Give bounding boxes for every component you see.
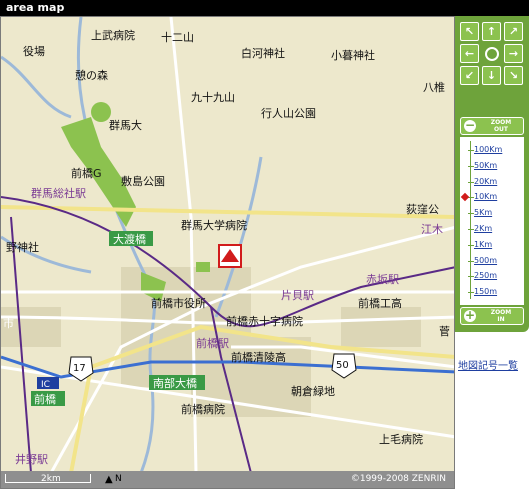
label-maebashi-g: 前橋G	[71, 166, 102, 180]
scale-option[interactable]: 250m	[474, 269, 497, 283]
pan-center-button[interactable]	[482, 44, 501, 63]
pan-right-button[interactable]: →	[504, 44, 523, 63]
map-viewport[interactable]: 役場 上武病院 十二山 白河神社 小暮神社 八椎 憩の森 九十九山 群馬大 行人…	[0, 16, 455, 489]
current-scale-marker-icon	[460, 193, 470, 202]
label-shikishima-park: 敷島公園	[121, 174, 165, 188]
label-ikoi-no-mori: 憩の森	[75, 68, 108, 82]
north-arrow-icon: ▲	[105, 474, 113, 485]
label-maebashi-seiryo-hs: 前橋清陵高	[231, 350, 286, 364]
scale-option[interactable]: 100Km	[474, 143, 502, 157]
label-asakura-ryokuchi: 朝倉緑地	[291, 384, 335, 398]
scale-option[interactable]: 2Km	[474, 222, 492, 236]
pan-up-right-button[interactable]: ↗	[504, 22, 523, 41]
app-title-bar: area map	[0, 0, 529, 16]
label-yatsui: 八椎	[423, 80, 445, 94]
label-inokuchi-station: 井野駅	[15, 452, 48, 466]
current-location-marker[interactable]	[218, 244, 242, 268]
label-uetake-hospital: 上武病院	[91, 28, 135, 42]
pan-down-button[interactable]: ↓	[482, 66, 501, 85]
pan-left-button[interactable]: ←	[460, 44, 479, 63]
scale-option[interactable]: 10Km	[474, 190, 497, 204]
scale-option[interactable]: 50Km	[474, 159, 497, 173]
pan-up-button[interactable]: ↑	[482, 22, 501, 41]
copyright: ©1999-2008 ZENRIN	[350, 474, 446, 484]
label-akasaka-station: 赤坂駅	[366, 273, 399, 286]
label-maebashi-station: 前橋駅	[196, 336, 229, 350]
label-egi: 江木	[421, 223, 443, 236]
pan-down-left-button[interactable]: ↙	[460, 66, 479, 85]
label-kan: 菅	[439, 325, 450, 338]
scale-option[interactable]: 500m	[474, 254, 497, 268]
label-maebashi-technical-hs: 前橋工高	[358, 296, 402, 310]
zoom-out-label-1: ZOOM	[490, 119, 512, 126]
label-juniyama: 十二山	[161, 30, 194, 44]
app-title: area map	[6, 1, 65, 14]
label-kujukuyama: 九十九山	[191, 90, 235, 104]
label-noja-shrine: 野神社	[6, 240, 39, 254]
label-ichi: 市	[3, 316, 14, 330]
label-katabaru-station: 片貝駅	[281, 289, 314, 302]
label-maebashi-city-hall: 前橋市役所	[151, 296, 206, 310]
pan-pad: ↖ ↑ ↗ ← → ↙ ↓ ↘	[460, 22, 524, 86]
zoom-scale-list: 100Km 50Km 20Km 10Km 5Km 2Km 1Km 500m 250m 150m	[460, 137, 524, 305]
label-gunma-sogo-station: 群馬総社駅	[31, 186, 86, 200]
label-jomo-hospital: 上毛病院	[379, 432, 423, 446]
zoom-out-button[interactable]: − ZOOM OUT	[460, 117, 524, 135]
label-nanbu-bridge: 南部大橋	[153, 376, 197, 390]
pan-down-right-button[interactable]: ↘	[504, 66, 523, 85]
scale-option[interactable]: 1Km	[474, 238, 492, 252]
map-footer: 2km ▲ N ©1999-2008 ZENRIN	[1, 471, 454, 488]
label-owatari-bridge: 大渡橋	[113, 232, 146, 246]
scale-label: 2km	[41, 474, 61, 484]
label-kogure-shrine: 小暮神社	[331, 48, 375, 62]
label-gunma-univ-hospital: 群馬大学病院	[181, 218, 247, 232]
label-yakuba: 役場	[23, 44, 45, 58]
label-maebashi-ic: 前橋	[34, 392, 56, 406]
label-shirakawa-shrine: 白河神社	[241, 46, 285, 60]
label-gunma-univ: 群馬大	[109, 118, 142, 132]
plus-icon: +	[464, 308, 476, 322]
zoom-in-button[interactable]: + ZOOM IN	[460, 307, 524, 325]
scale-option[interactable]: 20Km	[474, 175, 497, 189]
label-maebashi-red-cross: 前橋赤十字病院	[226, 314, 303, 328]
label-ic: IC	[41, 380, 50, 390]
north-label: N	[115, 474, 122, 484]
map-symbols-link[interactable]: 地図記号一覧	[458, 357, 518, 372]
label-maebashi-hospital: 前橋病院	[181, 402, 225, 416]
zoom-in-label-1: ZOOM	[490, 309, 512, 316]
route-17-shield: 17	[73, 363, 86, 374]
label-oginokubo-park: 荻窪公	[406, 202, 439, 216]
pan-up-left-button[interactable]: ↖	[460, 22, 479, 41]
map-navigation-panel: ↖ ↑ ↗ ← → ↙ ↓ ↘ − ZOOM OUT 100Km 50Km 20Km…	[455, 16, 529, 332]
scale-option[interactable]: 150m	[474, 285, 497, 299]
zoom-out-label-2: OUT	[493, 126, 509, 133]
minus-icon: −	[464, 118, 476, 132]
route-50-shield: 50	[336, 360, 349, 371]
map-canvas[interactable]: 役場 上武病院 十二山 白河神社 小暮神社 八椎 憩の森 九十九山 群馬大 行人…	[1, 17, 455, 473]
label-gyoninyama-park: 行人山公園	[261, 107, 316, 120]
center-ring-icon	[484, 46, 499, 61]
zoom-in-label-2: IN	[497, 316, 505, 323]
scale-option[interactable]: 5Km	[474, 206, 492, 220]
scale-track	[470, 141, 471, 299]
